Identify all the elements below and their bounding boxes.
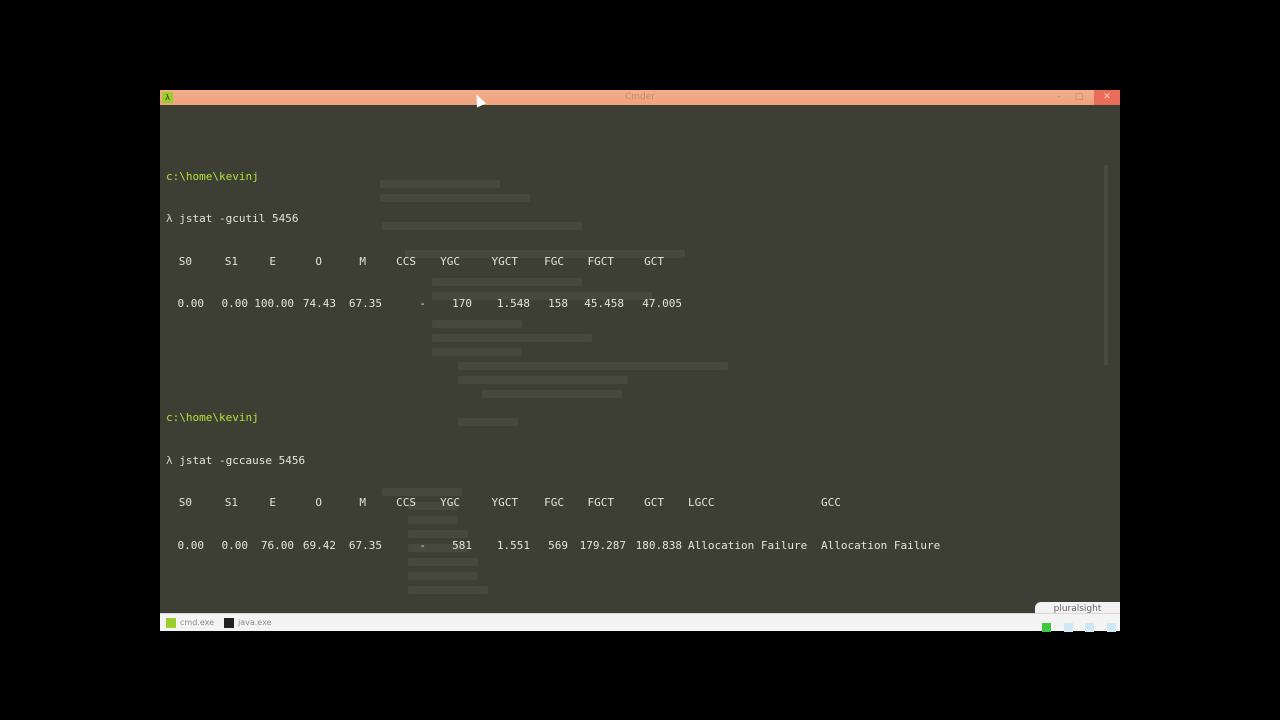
stat-value: 45.458 [584, 297, 624, 311]
stat-value: 0.00 [221, 538, 249, 552]
command-text: jstat -gccause 5456 [179, 453, 306, 467]
column-header: YGC [440, 496, 460, 510]
stat-value: 0.00 [177, 297, 205, 311]
column-header: S0 [178, 254, 192, 268]
status-icon [1107, 623, 1116, 632]
stat-value: 67.35 [348, 538, 382, 552]
column-header: E [269, 496, 276, 510]
prompt-path: c:\home\kevinj [166, 169, 259, 183]
status-tray [1039, 617, 1116, 632]
stat-value: 69.42 [302, 538, 336, 552]
column-header: FGCT [587, 254, 615, 268]
title-bar[interactable]: λ Cmder – □ ✕ [160, 90, 1120, 105]
column-header: O [315, 496, 322, 510]
stat-value: 158 [548, 297, 568, 311]
column-header: FGC [544, 496, 564, 510]
cmder-tab-bar: cmd.exe java.exe [160, 613, 1120, 632]
stat-value: 179.287 [579, 538, 626, 552]
stats-value-row: 0.00 0.00 76.00 69.42 67.35 - 581 1.551 … [166, 539, 1116, 553]
minimize-button[interactable]: – [1050, 90, 1068, 105]
stat-value: 47.005 [642, 297, 682, 311]
stat-value: 1.551 [496, 538, 530, 552]
column-header: GCC [821, 496, 841, 510]
stat-value: Allocation Failure [688, 538, 808, 552]
column-header: S1 [224, 254, 238, 268]
window-title: Cmder [624, 92, 655, 102]
stat-value: 67.35 [348, 297, 382, 311]
column-header: FGC [544, 254, 564, 268]
stat-value: 180.838 [635, 538, 682, 552]
stat-value: 100.00 [254, 297, 294, 311]
column-header: S0 [178, 496, 192, 510]
column-header: O [315, 254, 322, 268]
column-header: E [269, 254, 276, 268]
stats-value-row: 0.00 0.00 100.00 74.43 67.35 - 170 1.548… [166, 297, 1116, 311]
column-header: GCT [644, 254, 664, 268]
column-header: M [359, 496, 366, 510]
stats-header-row: S0 S1 E O M CCS YGC YGCT FGC FGCT GCT LG… [166, 496, 1116, 510]
column-header: M [359, 254, 366, 268]
column-header: FGCT [587, 496, 615, 510]
tab-cmd[interactable]: cmd.exe [166, 616, 214, 629]
prompt-path: c:\home\kevinj [166, 410, 259, 424]
stats-header-row: S0 S1 E O M CCS YGC YGCT FGC FGCT GCT [166, 255, 1116, 269]
column-header: YGC [440, 254, 460, 268]
stat-value: 1.548 [496, 297, 530, 311]
stat-value: - [419, 538, 426, 552]
console-output[interactable]: c:\home\kevinj λ jstat -gcutil 5456 S0 S… [166, 127, 1116, 630]
console-icon [224, 617, 234, 628]
column-header: CCS [396, 254, 416, 268]
column-header: YGCT [491, 496, 519, 510]
stat-value: 0.00 [177, 538, 205, 552]
stat-value: 0.00 [221, 297, 249, 311]
prompt-symbol: λ [166, 212, 173, 226]
status-icon [1042, 623, 1052, 632]
stat-value: 581 [452, 538, 472, 552]
tab-java[interactable]: java.exe [224, 616, 272, 629]
status-icon [1063, 623, 1073, 632]
tab-label: cmd.exe [180, 618, 215, 627]
cmder-window: λ Cmder – □ ✕ c:\home\kevinj λ jstat -gc… [160, 90, 1120, 630]
stat-value: Allocation Failure [821, 538, 941, 552]
stat-value: 76.00 [260, 538, 294, 552]
stat-value: 170 [452, 297, 472, 311]
maximize-button[interactable]: □ [1070, 90, 1088, 105]
prompt-symbol: λ [166, 453, 173, 467]
command-text: jstat -gcutil 5456 [179, 212, 299, 226]
column-header: YGCT [491, 254, 519, 268]
column-header: LGCC [688, 496, 715, 510]
cmder-icon [166, 617, 176, 628]
column-header: S1 [224, 496, 238, 510]
stat-value: - [419, 297, 426, 311]
column-header: CCS [396, 496, 416, 510]
column-header: GCT [644, 496, 664, 510]
tab-label: java.exe [238, 618, 272, 627]
status-icon [1085, 623, 1095, 632]
close-button[interactable]: ✕ [1094, 90, 1120, 105]
stat-value: 74.43 [302, 297, 336, 311]
stat-value: 569 [548, 538, 568, 552]
